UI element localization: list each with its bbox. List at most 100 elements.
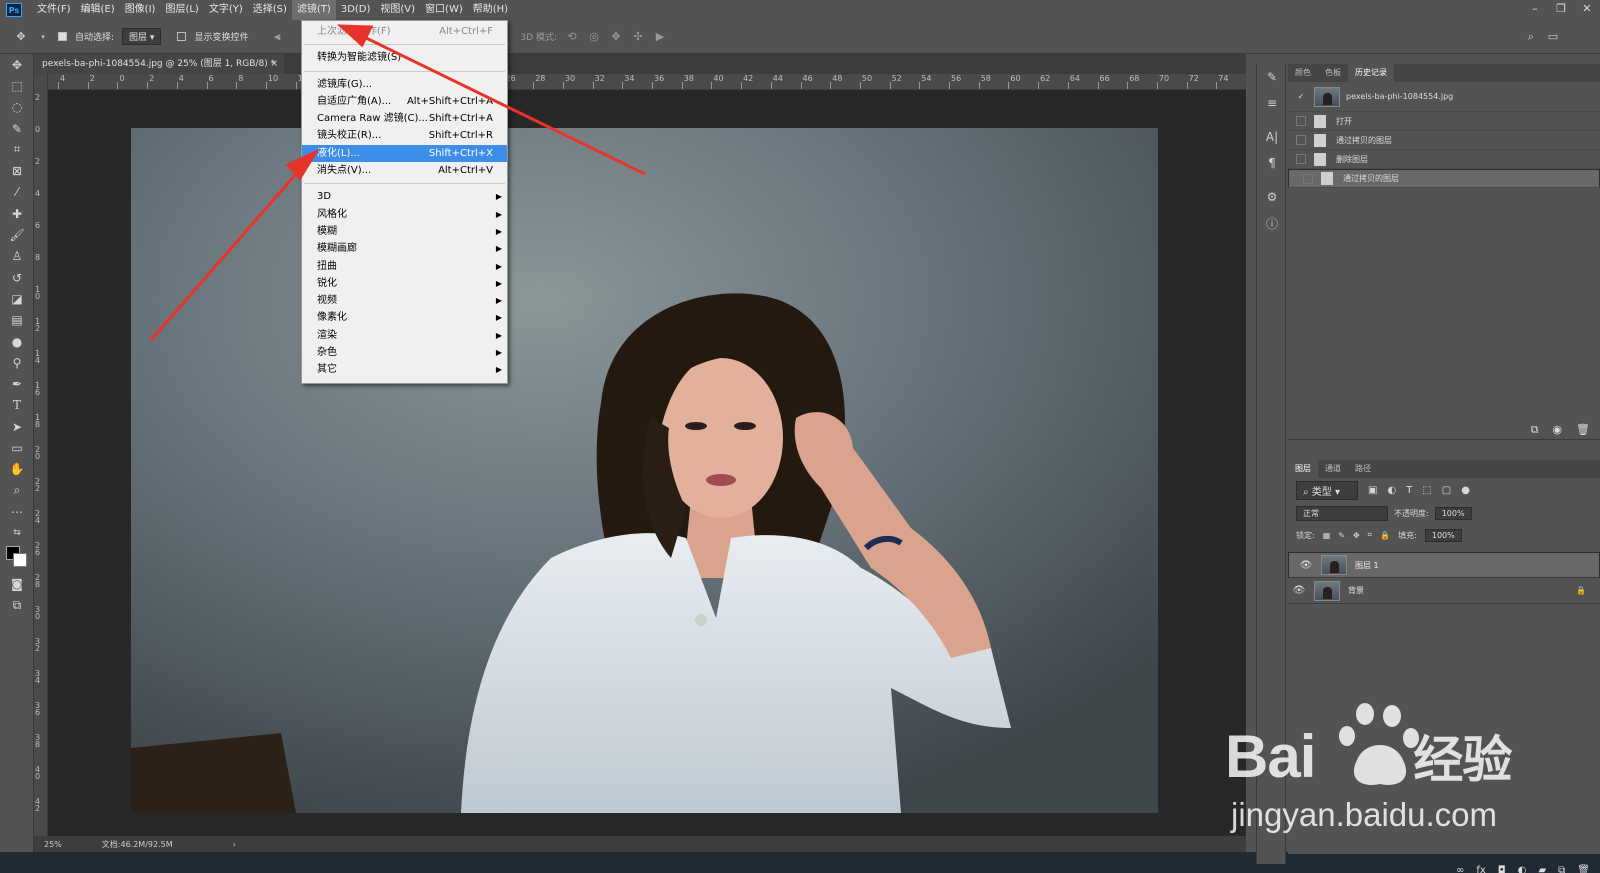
filter-menu-item[interactable]: 锐化 ▶ (302, 275, 507, 292)
stamp-tool-icon[interactable]: ♙ (0, 246, 34, 267)
lock-pixels-icon[interactable]: ✎ (1338, 531, 1345, 540)
trash-icon[interactable]: 🗑 (1576, 423, 1590, 437)
minimize-button[interactable]: – (1522, 0, 1548, 20)
new-document-from-state-icon[interactable]: ⧉ (1531, 423, 1539, 437)
blur-tool-icon[interactable]: ● (0, 331, 34, 352)
glyphs-icon[interactable]: ⚙ (1257, 184, 1287, 210)
close-tab-icon[interactable]: × (270, 54, 278, 74)
menu-8[interactable]: 视图(V) (375, 0, 420, 20)
pixel-filter-icon[interactable]: ▣ (1368, 485, 1377, 496)
zoom-tool-icon[interactable]: ⌕ (0, 480, 34, 501)
lock-all-icon[interactable]: 🔒 (1380, 531, 1390, 540)
more-tools-icon[interactable]: ⋯ (0, 501, 34, 522)
rotate-3d-icon[interactable]: ⟲ (565, 30, 579, 44)
document-photo[interactable] (131, 128, 1158, 813)
document-tab[interactable]: pexels-ba-phi-1084554.jpg @ 25% (图层 1, R… (34, 54, 284, 74)
filter-menu-item[interactable]: 模糊画廊 ▶ (302, 240, 507, 257)
move-tool-icon[interactable]: ✥ (0, 54, 34, 75)
workspace-icon[interactable]: ▭ (1546, 30, 1560, 44)
menu-7[interactable]: 3D(D) (336, 0, 376, 20)
menu-2[interactable]: 图像(I) (120, 0, 161, 20)
filter-menu-item[interactable]: 镜头校正(R)... Shift+Ctrl+R (302, 127, 507, 144)
history-item[interactable]: 删除图层 (1288, 150, 1600, 169)
eye-icon[interactable]: 👁 (1288, 585, 1310, 596)
history-brush-tool-icon[interactable]: ↺ (0, 267, 34, 288)
eyedropper-tool-icon[interactable]: ⁄ (0, 182, 34, 203)
filter-menu-item[interactable]: 消失点(V)... Alt+Ctrl+V (302, 162, 507, 179)
lock-position-icon[interactable]: ✥ (1353, 531, 1360, 540)
type-filter-icon[interactable]: T (1406, 485, 1412, 496)
close-button[interactable]: ✕ (1574, 0, 1600, 20)
filter-menu-item[interactable]: 滤镜库(G)... (302, 76, 507, 93)
filter-menu-item[interactable]: 视频 ▶ (302, 292, 507, 309)
menu-5[interactable]: 选择(S) (248, 0, 292, 20)
filter-menu-item[interactable]: 转换为智能滤镜(S) (302, 49, 507, 66)
brush-tool-icon[interactable]: 🖌 (0, 224, 34, 245)
history-snapshot[interactable]: ✓ pexels-ba-phi-1084554.jpg (1288, 82, 1600, 112)
history-item[interactable]: 打开 (1288, 112, 1600, 131)
chevron-down-icon[interactable]: ▾ (36, 30, 50, 44)
auto-select-checkbox[interactable] (58, 32, 67, 41)
crop-tool-icon[interactable]: ⌗ (0, 139, 34, 160)
quick-select-tool-icon[interactable]: ✎ (0, 118, 34, 139)
hand-tool-icon[interactable]: ✋ (0, 459, 34, 480)
history-brush-checkbox[interactable] (1303, 173, 1313, 184)
adjustment-filter-icon[interactable]: ◐ (1387, 485, 1396, 496)
character-icon[interactable]: A| (1257, 124, 1287, 150)
restore-button[interactable]: ❐ (1548, 0, 1574, 20)
filter-menu-item[interactable]: 渲染 ▶ (302, 327, 507, 344)
opacity-input[interactable]: 100% (1434, 506, 1472, 520)
fill-input[interactable]: 100% (1424, 528, 1462, 542)
history-brush-checkbox[interactable] (1296, 135, 1306, 145)
filter-menu-item[interactable]: 扭曲 ▶ (302, 258, 507, 275)
delete-layer-icon[interactable]: 🗑 (1577, 865, 1590, 873)
brush-settings-icon[interactable]: ✎ (1257, 64, 1287, 90)
history-tab[interactable]: 历史记录 (1348, 64, 1394, 82)
link-layers-icon[interactable]: ∞ (1456, 865, 1464, 873)
history-brush-checkbox[interactable] (1296, 154, 1306, 164)
history-brush-source-icon[interactable]: ✓ (1288, 92, 1314, 101)
shape-filter-icon[interactable]: ⬚ (1422, 485, 1431, 496)
filter-menu-item[interactable]: 自适应广角(A)... Alt+Shift+Ctrl+A (302, 93, 507, 110)
layer-row[interactable]: 👁 图层 1 (1288, 552, 1600, 578)
layer-row[interactable]: 👁 背景 🔒 (1288, 578, 1600, 604)
align-left-icon[interactable]: ⫷ (270, 30, 284, 44)
camera-icon[interactable]: ◉ (1552, 423, 1562, 437)
layers-tab[interactable]: 通道 (1318, 460, 1348, 478)
info-icon[interactable]: ⓘ (1257, 210, 1287, 236)
marquee-tool-icon[interactable]: ⬚ (0, 75, 34, 96)
gradient-tool-icon[interactable]: ▤ (0, 310, 34, 331)
menu-0[interactable]: 文件(F) (32, 0, 76, 20)
menu-1[interactable]: 编辑(E) (76, 0, 120, 20)
history-item[interactable]: 通过拷贝的图层 (1288, 131, 1600, 150)
filter-menu-item[interactable]: 模糊 ▶ (302, 223, 507, 240)
zoom-level[interactable]: 25% (44, 840, 62, 849)
layer-filter-dropdown[interactable]: ⌕ 类型 ▾ (1296, 480, 1358, 500)
filter-menu-item[interactable]: 其它 ▶ (302, 361, 507, 378)
fx-icon[interactable]: fx (1476, 865, 1485, 873)
filter-menu-item[interactable]: 液化(L)... Shift+Ctrl+X (302, 144, 507, 163)
swap-colors-icon[interactable]: ⇆ (0, 523, 34, 544)
scale-3d-icon[interactable]: ▶ (653, 30, 667, 44)
roll-3d-icon[interactable]: ◎ (587, 30, 601, 44)
move-tool-icon[interactable]: ✥ (14, 30, 28, 44)
search-icon[interactable]: ⌕ (1524, 30, 1538, 44)
pen-tool-icon[interactable]: ✒ (0, 373, 34, 394)
menu-3[interactable]: 图层(L) (160, 0, 203, 20)
layer-mask-icon[interactable]: ◘ (1498, 865, 1506, 873)
chevron-right-icon[interactable]: › (233, 840, 236, 849)
quick-mask-icon[interactable]: ◙ (0, 574, 34, 595)
color-swatches[interactable] (0, 544, 34, 574)
new-layer-icon[interactable]: ⧉ (1558, 865, 1565, 873)
screen-mode-icon[interactable]: ⧉ (0, 595, 34, 616)
layers-tab[interactable]: 图层 (1288, 460, 1318, 478)
shape-tool-icon[interactable]: ▭ (0, 437, 34, 458)
filter-toggle-icon[interactable]: ● (1461, 485, 1470, 496)
eye-icon[interactable]: 👁 (1295, 560, 1317, 571)
lasso-tool-icon[interactable]: ◌ (0, 97, 34, 118)
blend-mode-dropdown[interactable]: 正常 (1296, 505, 1388, 521)
drag-3d-icon[interactable]: ✥ (609, 30, 623, 44)
dodge-tool-icon[interactable]: ⚲ (0, 352, 34, 373)
history-tab[interactable]: 颜色 (1288, 64, 1318, 82)
healing-tool-icon[interactable]: ✚ (0, 203, 34, 224)
